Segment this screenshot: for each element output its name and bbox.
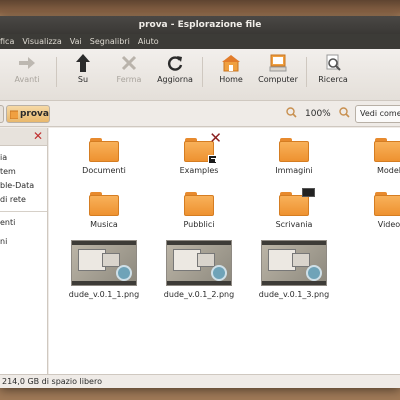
home-button[interactable]: Home: [208, 53, 254, 93]
file-label: dude_v.0.1_1.png: [68, 290, 140, 299]
stop-button[interactable]: Ferma: [106, 53, 152, 93]
toolbar: Avanti Su Ferma Aggiorna Home Computer R…: [0, 49, 400, 101]
file-label: Immagini: [275, 166, 313, 175]
folder-icon: [279, 138, 309, 162]
sidebar-item[interactable]: ble-Data: [0, 179, 47, 193]
file-label: dude_v.0.1_2.png: [163, 290, 235, 299]
file-item-modelli[interactable]: Model: [344, 138, 400, 175]
file-label: Pubblici: [183, 220, 215, 229]
desktop-emblem-icon: [302, 188, 315, 197]
sidebar-item[interactable]: ni: [0, 235, 47, 249]
menu-modifica[interactable]: fica: [0, 37, 14, 46]
home-label: Home: [219, 75, 243, 84]
home-icon: [208, 53, 254, 73]
file-item-documenti[interactable]: Documenti: [59, 138, 149, 175]
sidebar-item[interactable]: ia: [0, 151, 47, 165]
zoom-control: 100%: [286, 107, 350, 121]
toolbar-separator: [306, 57, 307, 87]
file-manager-window: prova - Esplorazione file fica Visualizz…: [0, 16, 400, 388]
breadcrumb-current[interactable]: prova: [6, 105, 50, 123]
image-thumbnail: [261, 240, 327, 286]
arrow-up-icon: [60, 53, 106, 73]
search-label: Ricerca: [318, 75, 348, 84]
zoom-out-icon[interactable]: [286, 107, 297, 121]
file-item-image[interactable]: dude_v.0.1_3.png: [249, 240, 339, 299]
sidebar-header: ✕: [0, 128, 47, 146]
folder-icon: [10, 110, 18, 119]
stop-icon: [106, 53, 152, 73]
free-space-text: 214,0 GB di spazio libero: [2, 377, 102, 386]
computer-button[interactable]: Computer: [255, 53, 301, 93]
file-item-musica[interactable]: Musica: [59, 192, 149, 229]
file-label: Musica: [90, 220, 118, 229]
file-item-video[interactable]: Video: [344, 192, 400, 229]
toolbar-separator: [56, 57, 57, 87]
breadcrumb-label: prova: [19, 109, 49, 119]
computer-label: Computer: [258, 75, 298, 84]
up-label: Su: [77, 75, 89, 84]
forward-button[interactable]: Avanti: [4, 53, 50, 93]
breadcrumb-left-arrow[interactable]: [0, 105, 4, 123]
title-bar[interactable]: prova - Esplorazione file: [0, 16, 400, 34]
file-item-image[interactable]: dude_v.0.1_2.png: [154, 240, 244, 299]
file-item-pubblici[interactable]: Pubblici: [154, 192, 244, 229]
file-label: Documenti: [82, 166, 126, 175]
reload-button[interactable]: Aggiorna: [152, 53, 198, 93]
reload-label: Aggiorna: [157, 75, 193, 84]
window-title: prova - Esplorazione file: [138, 20, 262, 30]
folder-icon: ✕: [184, 129, 222, 164]
folder-icon: [89, 192, 119, 216]
menu-segnalibri[interactable]: Segnalibri: [90, 37, 130, 46]
search-icon: [310, 53, 356, 73]
sidebar-item[interactable]: di rete: [0, 193, 47, 207]
sidebar: ✕ ia tem ble-Data di rete enti ni: [0, 128, 48, 374]
sidebar-divider: [0, 211, 47, 212]
location-bar: prova 100% Vedi come: [0, 101, 400, 127]
file-label: Scrivania: [275, 220, 313, 229]
sidebar-item[interactable]: tem: [0, 165, 47, 179]
folder-icon: [374, 138, 400, 162]
status-bar: 214,0 GB di spazio libero: [0, 374, 400, 388]
file-label: dude_v.0.1_3.png: [258, 290, 330, 299]
file-item-immagini[interactable]: Immagini: [249, 138, 339, 175]
arrow-right-icon: [4, 53, 50, 73]
close-icon[interactable]: ✕: [33, 130, 43, 142]
menu-visualizza[interactable]: Visualizza: [22, 37, 61, 46]
sidebar-item[interactable]: enti: [0, 216, 47, 230]
zoom-in-icon[interactable]: [339, 107, 350, 121]
file-label: Examples: [179, 166, 219, 175]
up-button[interactable]: Su: [60, 53, 106, 93]
reload-icon: [152, 53, 198, 73]
forward-label: Avanti: [14, 75, 40, 84]
menu-aiuto[interactable]: Aiuto: [138, 37, 159, 46]
stop-label: Ferma: [116, 75, 142, 84]
image-thumbnail: [166, 240, 232, 286]
folder-icon: [279, 188, 315, 216]
menu-bar: fica Visualizza Vai Segnalibri Aiuto: [0, 34, 400, 49]
folder-icon: [184, 192, 214, 216]
toolbar-separator: [202, 57, 203, 87]
readonly-emblem-icon: ✕: [209, 129, 222, 147]
folder-icon: [89, 138, 119, 162]
file-item-scrivania[interactable]: Scrivania: [249, 188, 339, 229]
image-thumbnail: [71, 240, 137, 286]
folder-icon: [374, 192, 400, 216]
symlink-emblem-icon: [208, 155, 217, 164]
file-view: Documenti ✕ Examples Immagini Model Musi…: [49, 128, 400, 374]
menu-vai[interactable]: Vai: [70, 37, 82, 46]
file-label: Video: [377, 220, 400, 229]
file-item-image[interactable]: dude_v.0.1_1.png: [59, 240, 149, 299]
computer-icon: [255, 53, 301, 73]
view-as-select[interactable]: Vedi come: [355, 105, 400, 123]
zoom-level: 100%: [305, 109, 331, 119]
search-button[interactable]: Ricerca: [310, 53, 356, 93]
file-label: Model: [376, 166, 400, 175]
file-item-examples[interactable]: ✕ Examples: [154, 129, 244, 175]
